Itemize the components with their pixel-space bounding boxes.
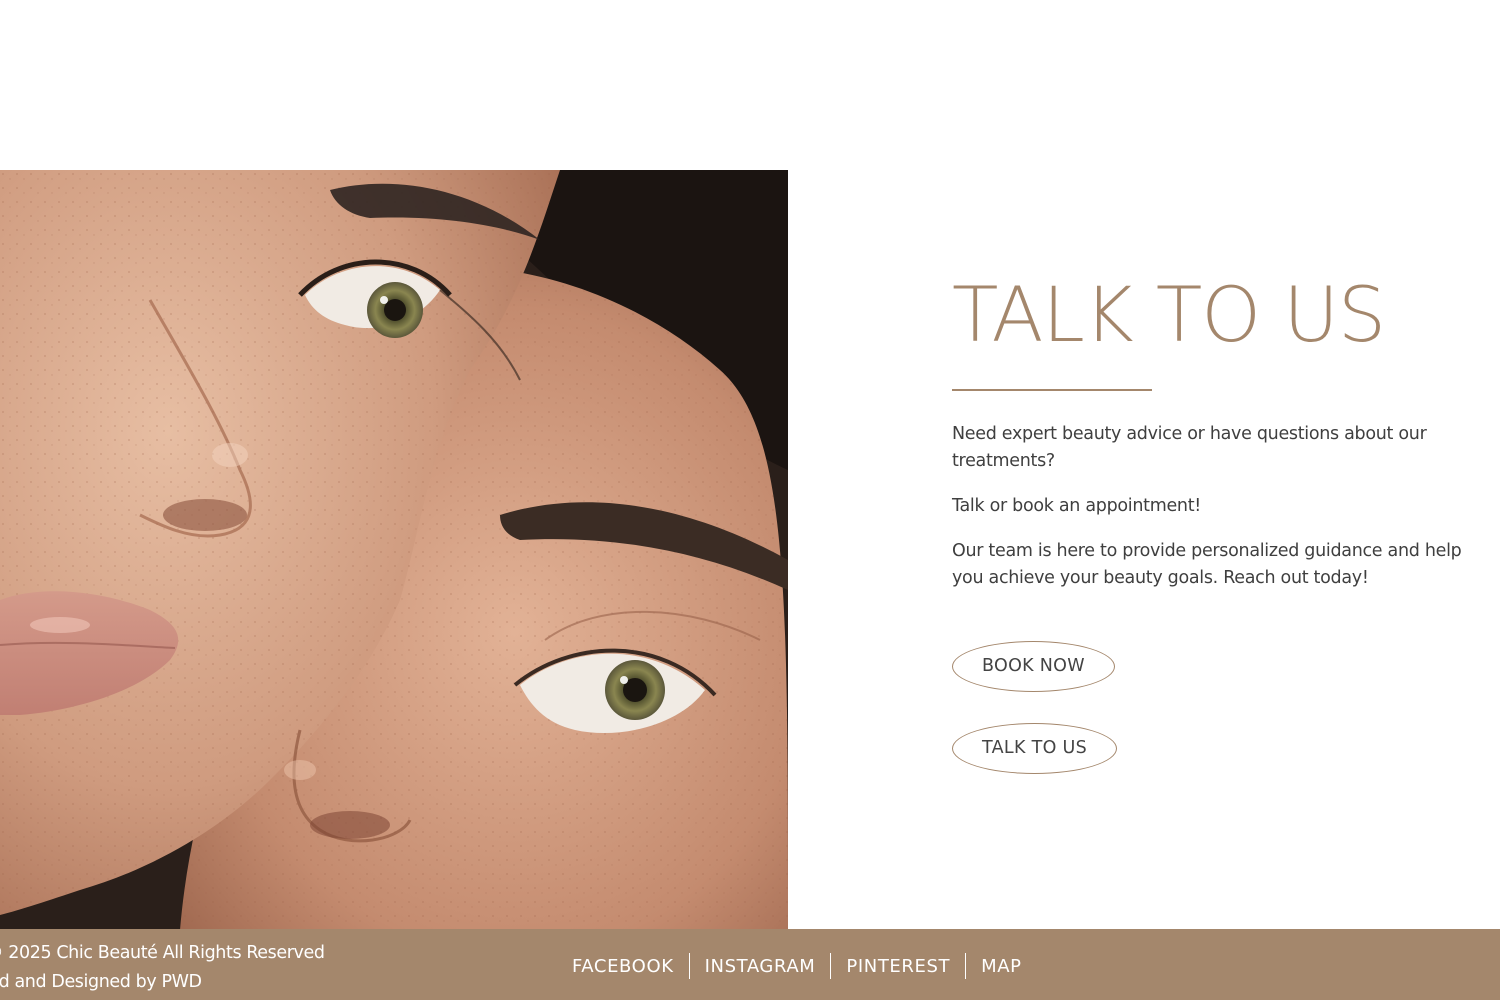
map-link[interactable]: MAP: [981, 956, 1022, 977]
divider: [830, 953, 832, 979]
credits-text: Hosted and Designed by PWD: [0, 972, 202, 992]
section-heading: TALK TO US: [952, 270, 1386, 359]
cta-paragraph: Talk or book an appointment!: [952, 496, 1201, 516]
copyright-block: © 2025 Chic Beauté All Rights Reserved H…: [0, 939, 325, 997]
social-links: FACEBOOK INSTAGRAM PINTEREST MAP: [572, 953, 1022, 979]
divider: [965, 953, 967, 979]
intro-paragraph: Need expert beauty advice or have questi…: [952, 424, 1427, 471]
heading-divider: [952, 389, 1152, 391]
contact-section: TALK TO US Need expert beauty advice or …: [952, 270, 1472, 592]
facebook-link[interactable]: FACEBOOK: [572, 956, 674, 977]
team-paragraph: Our team is here to provide personalized…: [952, 541, 1462, 588]
site-footer: © 2025 Chic Beauté All Rights Reserved H…: [0, 929, 1500, 1000]
hero-photo-illustration: [0, 170, 788, 930]
book-now-button[interactable]: BOOK NOW: [952, 641, 1115, 692]
copyright-text: © 2025 Chic Beauté All Rights Reserved: [0, 943, 325, 963]
page: TALK TO US Need expert beauty advice or …: [0, 0, 1500, 1000]
talk-to-us-button[interactable]: TALK TO US: [952, 723, 1118, 774]
hero-photo: [0, 170, 788, 930]
instagram-link[interactable]: INSTAGRAM: [705, 956, 816, 977]
pinterest-link[interactable]: PINTEREST: [846, 956, 950, 977]
divider: [688, 953, 690, 979]
